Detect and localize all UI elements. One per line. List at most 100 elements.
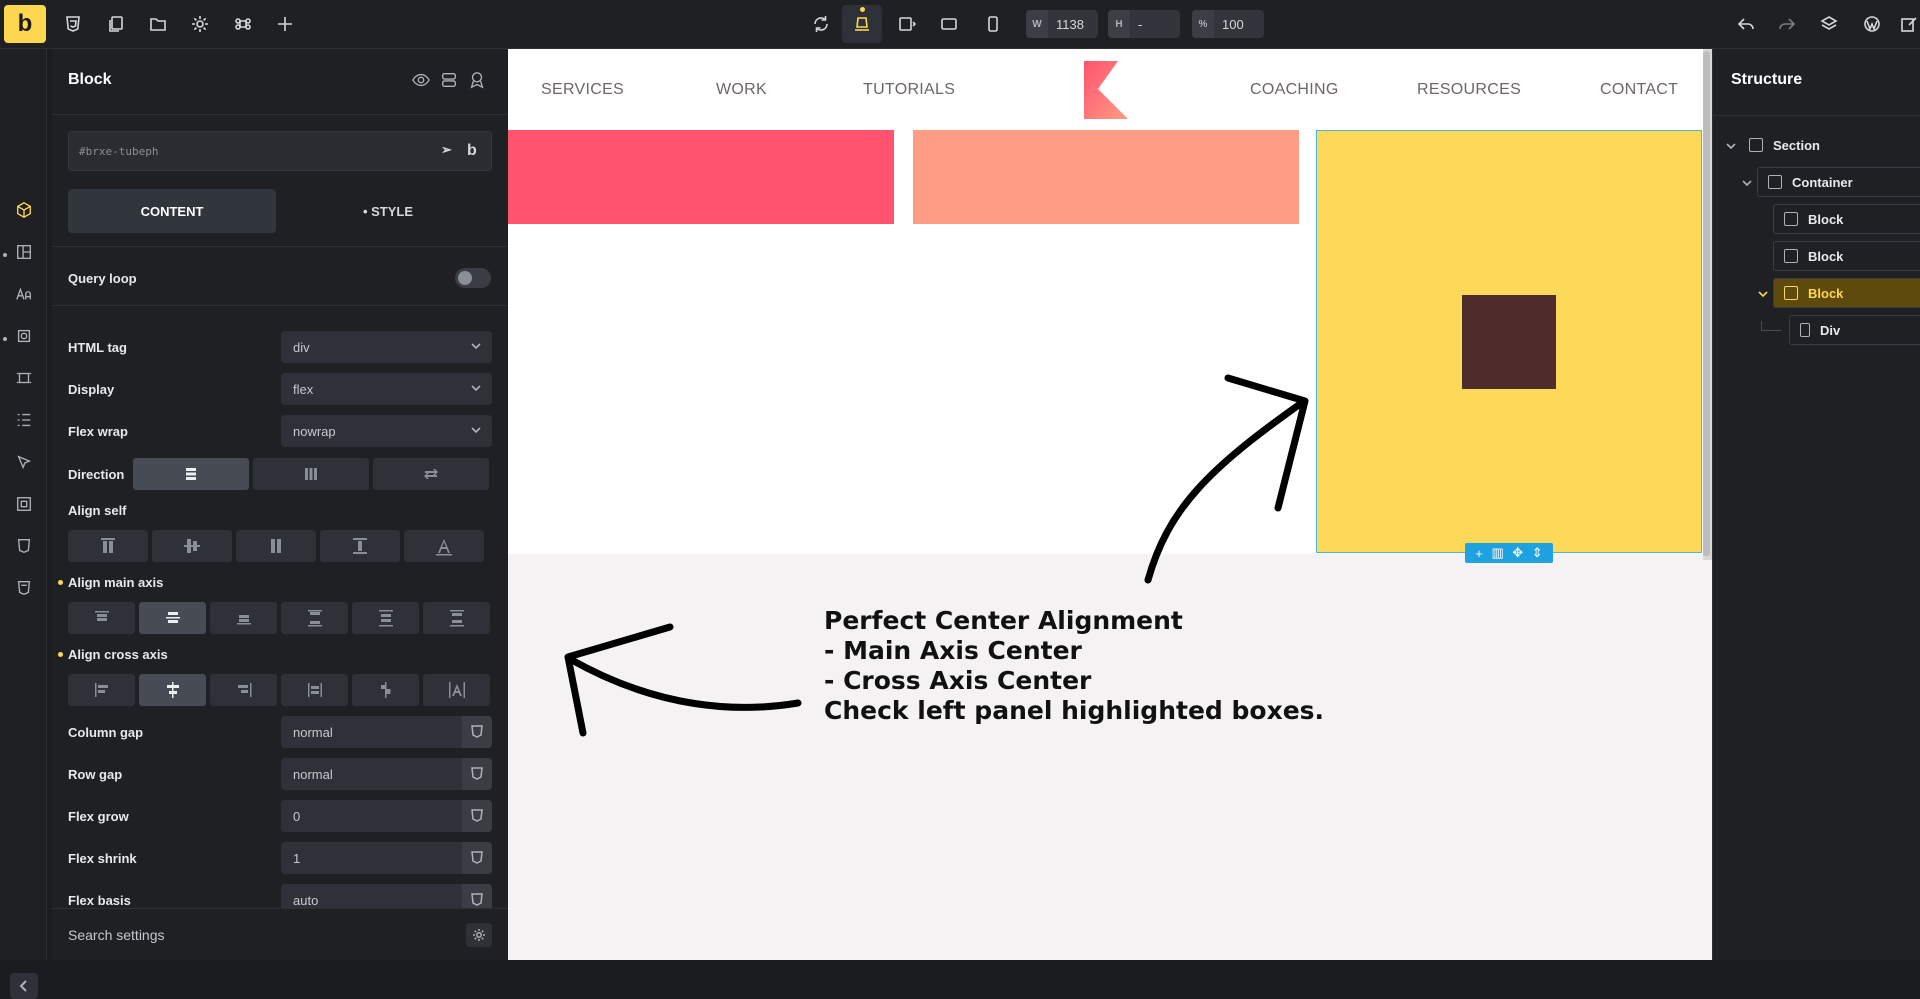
flex-wrap-label: Flex wrap	[68, 424, 128, 439]
column-gap-label: Column gap	[68, 725, 144, 740]
chevron-down-icon	[470, 340, 482, 352]
search-settings-bar[interactable]: Search settings	[52, 908, 508, 960]
css3-icon[interactable]	[462, 758, 492, 790]
chevron-down-icon	[470, 424, 482, 436]
align-self-center-button[interactable]	[152, 530, 232, 562]
align-self-start-button[interactable]	[68, 530, 148, 562]
align-self-stretch-button[interactable]	[320, 530, 400, 562]
typography-icon[interactable]	[13, 283, 35, 305]
display-select[interactable]: flex	[281, 373, 492, 405]
zoom-label: %	[1192, 10, 1214, 38]
direction-row-button[interactable]	[253, 458, 369, 490]
pages-icon[interactable]	[103, 12, 129, 36]
background-icon[interactable]	[13, 325, 35, 347]
gear-icon[interactable]	[187, 12, 213, 36]
flex-shrink-input[interactable]: 1	[281, 842, 492, 874]
justify-around-button[interactable]	[352, 602, 419, 634]
tree-item-div[interactable]: Div	[1789, 315, 1920, 345]
folder-icon[interactable]	[145, 12, 171, 36]
html-tag-select[interactable]: div	[281, 331, 492, 363]
flex-grow-input[interactable]: 0	[281, 800, 492, 832]
redo-icon[interactable]	[1774, 12, 1800, 36]
structure-title: Structure	[1731, 71, 1803, 88]
bricks-logo[interactable]: b	[4, 5, 46, 43]
arrow-head-right	[1224, 374, 1309, 512]
edit-icon[interactable]	[1898, 12, 1920, 36]
builder-canvas: SERVICES WORK TUTORIALS COACHING RESOURC…	[508, 49, 1712, 960]
justify-start-button[interactable]	[68, 602, 135, 634]
tree-item-section[interactable]: Section	[1739, 130, 1920, 160]
chevron-down-icon[interactable]	[1757, 287, 1769, 299]
zoom-field[interactable]: % 100	[1192, 10, 1264, 38]
column-gap-value: normal	[293, 724, 333, 740]
tree-item-block-2[interactable]: Block	[1773, 241, 1920, 271]
align-items-start-button[interactable]	[68, 674, 135, 706]
css3-icon[interactable]	[462, 842, 492, 874]
justify-center-button[interactable]	[139, 602, 206, 634]
justify-end-button[interactable]	[210, 602, 277, 634]
command-icon[interactable]	[230, 12, 256, 36]
desktop-breakpoint-icon[interactable]	[842, 5, 882, 43]
css3-icon[interactable]	[462, 800, 492, 832]
badge-icon[interactable]	[468, 71, 488, 91]
row-gap-input[interactable]: normal	[281, 758, 492, 790]
divider	[1713, 115, 1920, 116]
gradient-icon[interactable]	[13, 409, 35, 431]
align-items-stretch-button[interactable]	[281, 674, 348, 706]
align-self-baseline-button[interactable]	[404, 530, 484, 562]
query-loop-toggle[interactable]	[455, 268, 491, 288]
attributes-icon[interactable]	[13, 577, 35, 599]
tablet-icon[interactable]	[936, 12, 962, 36]
tree-item-container[interactable]: Container	[1757, 167, 1920, 197]
css3-icon[interactable]	[60, 12, 86, 36]
justify-between-button[interactable]	[281, 602, 348, 634]
mobile-icon[interactable]	[980, 12, 1006, 36]
selector-id: #brxe-tubeph	[79, 145, 159, 158]
collapse-panel-button[interactable]	[10, 973, 38, 999]
css3-icon[interactable]	[462, 716, 492, 748]
divider	[52, 305, 508, 306]
align-items-text-button[interactable]	[423, 674, 490, 706]
tree-connector	[1761, 321, 1781, 331]
cursor-icon[interactable]	[13, 451, 35, 473]
layout-icon[interactable]	[13, 241, 35, 263]
modified-indicator-dot	[58, 652, 63, 657]
tab-style[interactable]: • STYLE	[284, 189, 492, 233]
tree-item-block-1[interactable]: Block	[1773, 204, 1920, 234]
justify-evenly-button[interactable]	[423, 602, 490, 634]
css-icon[interactable]	[13, 535, 35, 557]
flex-wrap-select[interactable]: nowrap	[281, 415, 492, 447]
width-value: 1138	[1056, 16, 1084, 32]
refresh-icon[interactable]	[808, 12, 834, 36]
chevron-down-icon[interactable]	[1741, 176, 1753, 188]
height-field[interactable]: H -	[1108, 10, 1180, 38]
align-items-baseline-button[interactable]	[352, 674, 419, 706]
border-icon[interactable]	[13, 367, 35, 389]
flex-shrink-value: 1	[293, 850, 301, 866]
transform-icon[interactable]	[13, 493, 35, 515]
add-icon[interactable]	[272, 12, 298, 36]
element-cube-icon[interactable]	[13, 199, 35, 221]
align-items-end-button[interactable]	[210, 674, 277, 706]
column-gap-input[interactable]: normal	[281, 716, 492, 748]
tablet-landscape-icon[interactable]	[894, 12, 920, 36]
search-settings-input[interactable]: Search settings	[68, 927, 165, 943]
pointer-icon[interactable]: ➢	[441, 142, 452, 158]
direction-reverse-button[interactable]	[373, 458, 489, 490]
gear-icon[interactable]	[466, 923, 492, 947]
eye-icon[interactable]	[412, 71, 432, 91]
undo-icon[interactable]	[1733, 12, 1759, 36]
class-button[interactable]: b	[467, 142, 477, 160]
template-icon[interactable]	[440, 71, 460, 91]
css-selector-field[interactable]: #brxe-tubeph ➢ b	[68, 131, 492, 171]
align-items-center-button[interactable]	[139, 674, 206, 706]
panel-header: Block	[52, 49, 508, 115]
wordpress-icon[interactable]	[1859, 12, 1885, 36]
chevron-down-icon[interactable]	[1725, 139, 1737, 151]
width-field[interactable]: W 1138	[1026, 10, 1098, 38]
tree-item-block-3-selected[interactable]: Block	[1773, 278, 1920, 308]
layers-icon[interactable]	[1816, 12, 1842, 36]
align-self-end-button[interactable]	[236, 530, 316, 562]
direction-column-button[interactable]	[133, 458, 249, 490]
tab-content[interactable]: CONTENT	[68, 189, 276, 233]
